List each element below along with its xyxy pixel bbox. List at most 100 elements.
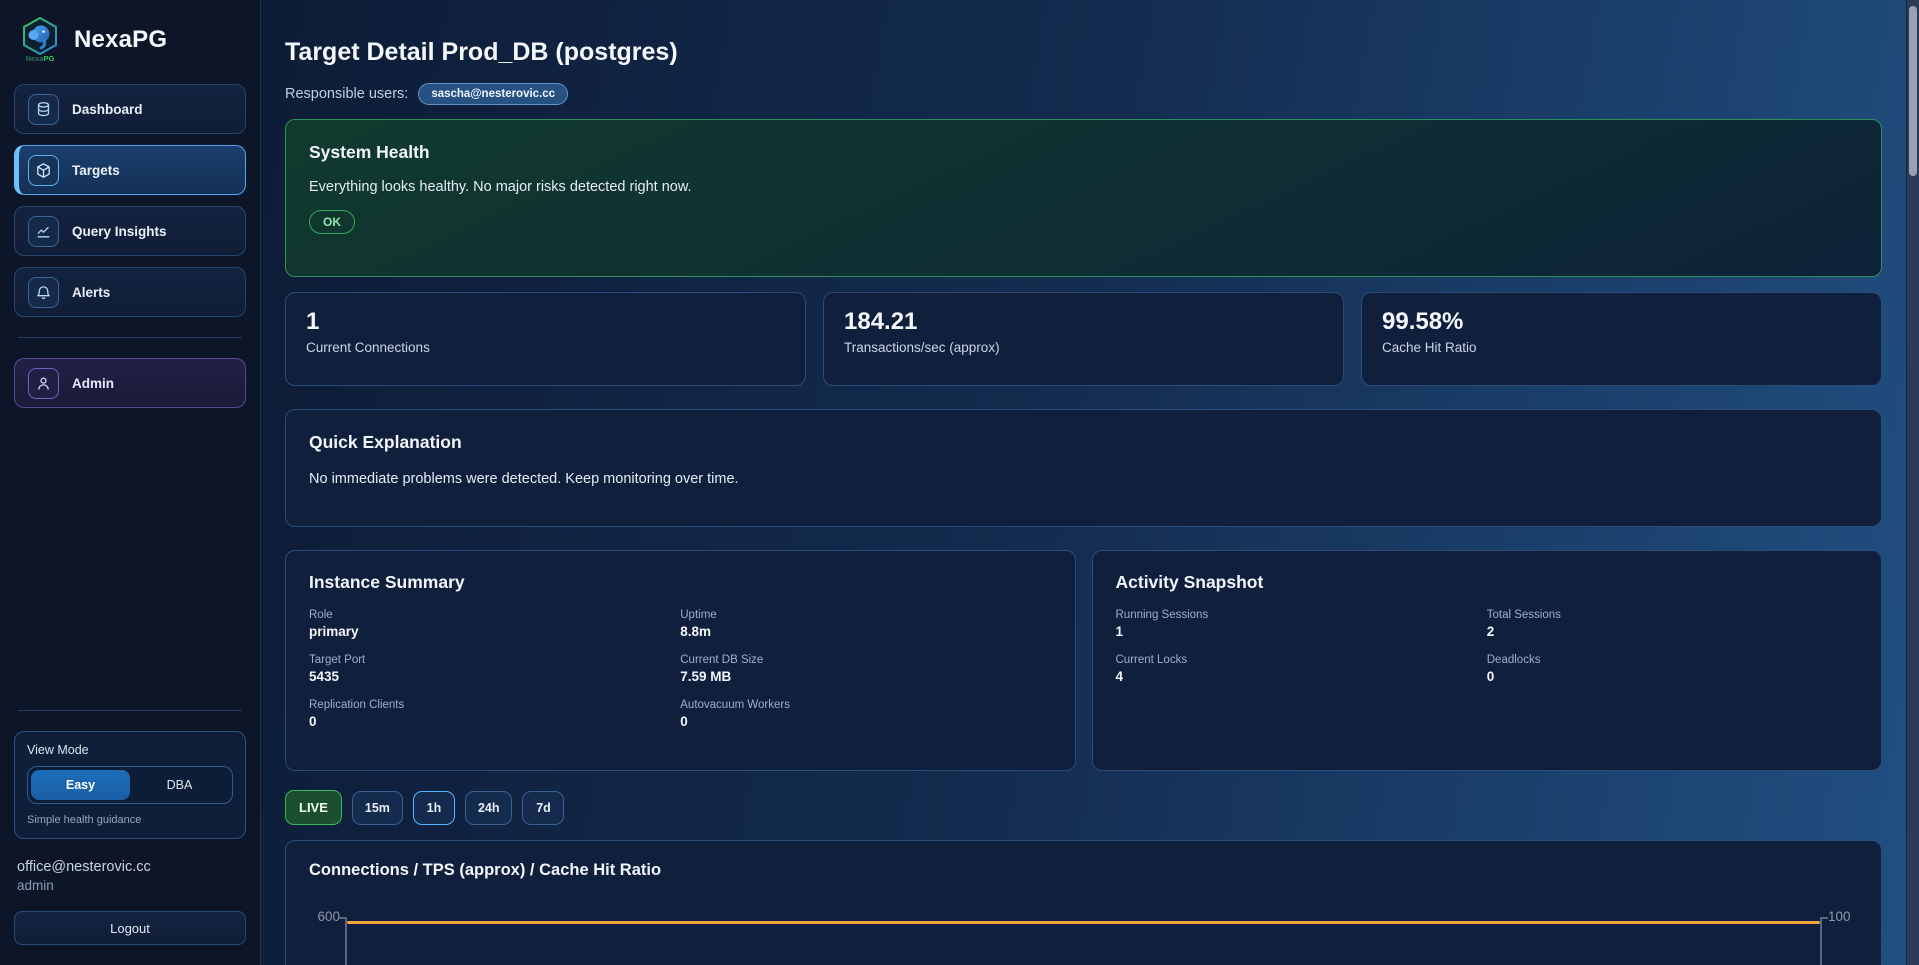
sidebar-item-admin[interactable]: Admin (14, 358, 246, 408)
kv-pair: Replication Clients 0 (309, 699, 680, 729)
range-button-7d[interactable]: 7d (522, 791, 564, 825)
kv-pair: Running Sessions 1 (1116, 609, 1487, 639)
kv-label: Replication Clients (309, 699, 680, 711)
range-button-24h[interactable]: 24h (465, 791, 513, 825)
kv-value: primary (309, 624, 680, 639)
view-mode-option-dba[interactable]: DBA (130, 770, 229, 800)
status-badge: OK (309, 210, 355, 234)
range-button-15m[interactable]: 15m (352, 791, 403, 825)
sidebar-item-query-insights[interactable]: Query Insights (14, 206, 246, 256)
stat-value: 184.21 (844, 308, 1323, 336)
kv-pair: Current DB Size 7.59 MB (680, 654, 1051, 684)
kv-value: 0 (309, 714, 680, 729)
person-icon (28, 368, 59, 399)
view-mode-toggle: Easy DBA (27, 766, 233, 804)
stat-value: 99.58% (1382, 308, 1861, 336)
chart-area: 600 100 (309, 917, 1858, 965)
scrollbar-thumb[interactable] (1909, 6, 1917, 176)
cache-hit-ratio-line (347, 921, 1820, 924)
kv-value: 4 (1116, 669, 1487, 684)
range-button-1h[interactable]: 1h (413, 791, 455, 825)
svg-text:NexaPG: NexaPG (26, 54, 55, 63)
kv-value: 2 (1487, 624, 1858, 639)
kv-pair: Uptime 8.8m (680, 609, 1051, 639)
main-content: Target Detail Prod_DB (postgres) Respons… (261, 0, 1919, 965)
kv-value: 1 (1116, 624, 1487, 639)
stat-label: Current Connections (306, 340, 785, 355)
kv-pair: Deadlocks 0 (1487, 654, 1858, 684)
trend-chart-icon (28, 216, 59, 247)
sidebar-item-targets[interactable]: Targets (14, 145, 246, 195)
kv-value: 0 (680, 714, 1051, 729)
sidebar-item-label: Alerts (72, 285, 110, 300)
system-health-message: Everything looks healthy. No major risks… (309, 179, 1858, 195)
sidebar-item-dashboard[interactable]: Dashboard (14, 84, 246, 134)
view-mode-card: View Mode Easy DBA Simple health guidanc… (14, 731, 246, 839)
chart-plot (345, 917, 1822, 965)
sidebar-item-label: Dashboard (72, 102, 143, 117)
user-block: office@nesterovic.cc admin (14, 859, 246, 893)
responsible-user-chip: sascha@nesterovic.cc (418, 83, 568, 105)
instance-summary-title: Instance Summary (309, 572, 1052, 593)
view-mode-option-easy[interactable]: Easy (31, 770, 130, 800)
kv-label: Current DB Size (680, 654, 1051, 666)
responsible-users-label: Responsible users: (285, 86, 408, 102)
kv-label: Current Locks (1116, 654, 1487, 666)
sidebar-item-label: Query Insights (72, 224, 167, 239)
live-button[interactable]: LIVE (285, 790, 342, 825)
system-health-card: System Health Everything looks healthy. … (285, 119, 1882, 277)
kv-value: 5435 (309, 669, 680, 684)
kv-value: 7.59 MB (680, 669, 1051, 684)
app-name: NexaPG (74, 26, 167, 54)
user-email: office@nesterovic.cc (17, 859, 243, 875)
stats-row: 1 Current Connections 184.21 Transaction… (285, 292, 1882, 386)
activity-snapshot-grid: Running Sessions 1 Total Sessions 2 Curr… (1116, 609, 1859, 684)
system-health-title: System Health (309, 142, 1858, 163)
stat-label: Transactions/sec (approx) (844, 340, 1323, 355)
sidebar-item-label: Admin (72, 376, 114, 391)
metrics-chart-card: Connections / TPS (approx) / Cache Hit R… (285, 840, 1882, 965)
kv-label: Target Port (309, 654, 680, 666)
stat-card-cache-hit-ratio: 99.58% Cache Hit Ratio (1361, 292, 1882, 386)
logout-button[interactable]: Logout (14, 911, 246, 945)
kv-label: Total Sessions (1487, 609, 1858, 621)
responsible-users-row: Responsible users: sascha@nesterovic.cc (285, 83, 1882, 105)
app-logo-row: NexaPG NexaPG (14, 14, 246, 74)
chart-title: Connections / TPS (approx) / Cache Hit R… (309, 861, 1858, 880)
kv-pair: Total Sessions 2 (1487, 609, 1858, 639)
kv-label: Deadlocks (1487, 654, 1858, 666)
stat-card-current-connections: 1 Current Connections (285, 292, 806, 386)
view-mode-hint: Simple health guidance (27, 814, 233, 826)
kv-value: 8.8m (680, 624, 1051, 639)
kv-value: 0 (1487, 669, 1858, 684)
sidebar-divider (18, 337, 242, 338)
cube-icon (28, 155, 59, 186)
quick-explanation-card: Quick Explanation No immediate problems … (285, 409, 1882, 527)
activity-snapshot-title: Activity Snapshot (1116, 572, 1859, 593)
quick-explanation-body: No immediate problems were detected. Kee… (309, 471, 1858, 487)
sidebar-item-label: Targets (72, 163, 120, 178)
summary-columns: Instance Summary Role primary Uptime 8.8… (285, 550, 1882, 771)
database-icon (28, 94, 59, 125)
stat-card-tps: 184.21 Transactions/sec (approx) (823, 292, 1344, 386)
time-range-row: LIVE 15m 1h 24h 7d (285, 790, 1882, 825)
user-role: admin (17, 878, 243, 893)
kv-pair: Current Locks 4 (1116, 654, 1487, 684)
kv-label: Autovacuum Workers (680, 699, 1051, 711)
bell-icon (28, 277, 59, 308)
sidebar-item-alerts[interactable]: Alerts (14, 267, 246, 317)
view-mode-label: View Mode (27, 743, 233, 757)
sidebar-nav: Dashboard Targets Query Insights (14, 84, 246, 317)
kv-pair: Autovacuum Workers 0 (680, 699, 1051, 729)
nexapg-logo-icon: NexaPG (18, 16, 62, 64)
instance-summary-grid: Role primary Uptime 8.8m Target Port 543… (309, 609, 1052, 729)
activity-snapshot-card: Activity Snapshot Running Sessions 1 Tot… (1092, 550, 1883, 771)
quick-explanation-title: Quick Explanation (309, 432, 1858, 453)
stat-label: Cache Hit Ratio (1382, 340, 1861, 355)
vertical-scrollbar[interactable] (1906, 0, 1919, 965)
kv-pair: Role primary (309, 609, 680, 639)
kv-label: Uptime (680, 609, 1051, 621)
kv-label: Running Sessions (1116, 609, 1487, 621)
sidebar-divider (18, 710, 242, 711)
kv-label: Role (309, 609, 680, 621)
